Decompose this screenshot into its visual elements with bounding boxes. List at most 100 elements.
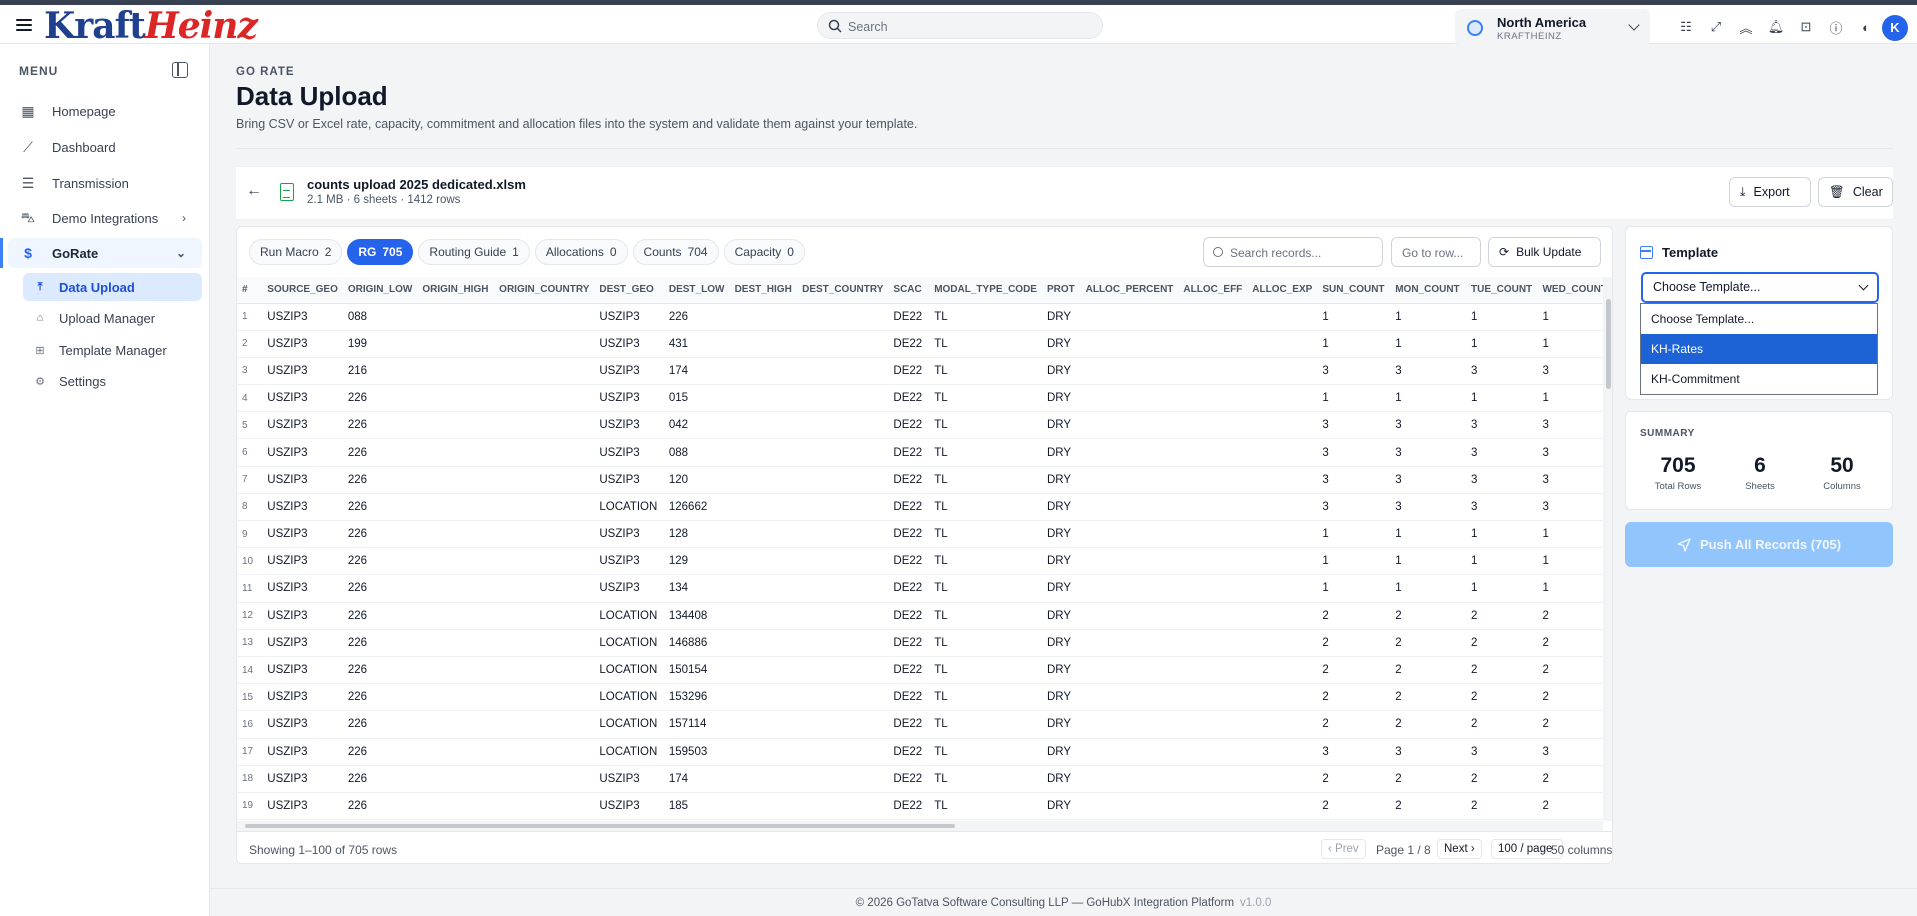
sidebar-item-demo-integrations[interactable]: ⛍ Demo Integrations › (8, 203, 202, 233)
brand-logo[interactable]: KraftHeinz (44, 4, 258, 48)
column-header[interactable]: DEST_COUNTRY (797, 277, 889, 304)
expand-icon[interactable]: ⤢ (1707, 18, 1725, 36)
table-row[interactable]: 19 USZIP3 226 USZIP3 185 DE22 TL DRY 2 2 2 2 (237, 792, 1603, 821)
column-header[interactable]: MON_COUNT (1390, 277, 1467, 304)
table-cell (1247, 466, 1318, 494)
table-cell: 153296 (663, 683, 730, 712)
goto-row-input[interactable]: Go to row... (1391, 237, 1481, 267)
sidebar-item-dashboard[interactable]: ⟋ Dashboard (8, 132, 202, 162)
column-header[interactable]: WED_COUNT (1537, 277, 1603, 304)
table-cell: 199 (342, 330, 418, 358)
sidebar-sub-settings[interactable]: ⚙ Settings (23, 367, 202, 395)
table-row[interactable]: 8 USZIP3 226 LOCATION 126662 DE22 TL DRY 3 3 3 3 (237, 493, 1603, 522)
column-header[interactable]: DEST_GEO (594, 277, 664, 304)
bulk-update-button[interactable]: ⟳ Bulk Update (1488, 237, 1601, 267)
tab-run-macro[interactable]: Run Macro 2 (249, 239, 343, 265)
sidebar-sub-data-upload[interactable]: ⤒ Data Upload (23, 273, 202, 301)
sliders-icon[interactable]: ☷ (1677, 18, 1695, 36)
sidebar-sub-upload-manager[interactable]: ⌂ Upload Manager (23, 304, 202, 332)
column-header[interactable]: ORIGIN_HIGH (417, 277, 495, 304)
export-button[interactable]: ⤓ Export (1729, 177, 1811, 207)
column-header[interactable]: SOURCE_GEO (262, 277, 343, 304)
vertical-scrollbar[interactable] (1603, 277, 1612, 821)
sidebar-item-gorate[interactable]: $ GoRate ⌄ (0, 238, 202, 268)
table-row[interactable]: 10 USZIP3 226 USZIP3 129 DE22 TL DRY 1 1 1 1 (237, 547, 1603, 576)
table-row[interactable]: 4 USZIP3 226 USZIP3 015 DE22 TL DRY 1 1 1 1 (237, 384, 1603, 413)
help-icon[interactable]: ⓘ (1827, 18, 1845, 36)
table-cell (1080, 683, 1179, 712)
tab-counts[interactable]: Counts 704 (632, 239, 719, 265)
global-search-input[interactable]: Search (817, 12, 1103, 39)
chevrons-up-icon[interactable]: ︽ (1737, 18, 1755, 36)
table-cell: TL (929, 384, 1042, 413)
template-option[interactable]: Choose Template... (1641, 304, 1877, 334)
column-header[interactable]: PROT (1041, 277, 1081, 304)
palette-icon[interactable]: ◐ (1857, 18, 1875, 36)
table-cell (1247, 710, 1318, 739)
table-cell (1247, 303, 1318, 331)
column-header[interactable]: ALLOC_PERCENT (1080, 277, 1179, 304)
template-select[interactable]: Choose Template... (1641, 272, 1879, 303)
push-all-records-button[interactable]: Push All Records (705) (1625, 522, 1893, 567)
sidebar-sub-template-manager[interactable]: ⊞ Template Manager (23, 336, 202, 364)
table-row[interactable]: 18 USZIP3 226 USZIP3 174 DE22 TL DRY 2 2 2 2 (237, 765, 1603, 793)
column-header[interactable]: DEST_HIGH (729, 277, 798, 304)
column-header[interactable]: SUN_COUNT (1317, 277, 1391, 304)
region-selector[interactable]: North America KRAFTHEINZ (1455, 9, 1650, 45)
column-header[interactable]: ALLOC_EFF (1178, 277, 1248, 304)
page-indicator: Page 1 / 8 (1376, 843, 1431, 857)
column-header[interactable]: ORIGIN_LOW (342, 277, 418, 304)
table-row[interactable]: 7 USZIP3 226 USZIP3 120 DE22 TL DRY 3 3 3 3 (237, 466, 1603, 494)
records-search-input[interactable]: Search records... (1203, 237, 1383, 267)
divider (236, 148, 1893, 149)
prev-page-button[interactable]: ‹ Prev (1321, 839, 1366, 859)
back-arrow-icon[interactable]: ← (246, 182, 262, 200)
table-row[interactable]: 13 USZIP3 226 LOCATION 146886 DE22 TL DRY 2 2 2 2 (237, 629, 1603, 657)
table-cell (1080, 330, 1179, 358)
hamburger-menu-icon[interactable] (16, 16, 32, 32)
table-cell: DE22 (888, 438, 930, 467)
table-row[interactable]: 1 USZIP3 088 USZIP3 226 DE22 TL DRY 1 1 1 1 (237, 303, 1603, 331)
column-header[interactable]: ORIGIN_COUNTRY (494, 277, 595, 304)
table-row[interactable]: 2 USZIP3 199 USZIP3 431 DE22 TL DRY 1 1 1 1 (237, 330, 1603, 358)
horizontal-scrollbar[interactable] (237, 821, 1603, 831)
table-row[interactable]: 15 USZIP3 226 LOCATION 153296 DE22 TL DRY 2 2 2 2 (237, 683, 1603, 712)
clear-button[interactable]: 🗑︎ Clear (1818, 177, 1893, 207)
sidebar-item-transmission[interactable]: ☰ Transmission (8, 168, 202, 198)
table-cell (729, 357, 798, 386)
table-row[interactable]: 5 USZIP3 226 USZIP3 042 DE22 TL DRY 3 3 3 3 (237, 411, 1603, 440)
bell-icon[interactable]: 🔔︎ (1767, 18, 1785, 36)
table-row[interactable]: 3 USZIP3 216 USZIP3 174 DE22 TL DRY 3 3 3 3 (237, 357, 1603, 386)
bot-icon[interactable]: ⊡ (1797, 18, 1815, 36)
table-cell: 1 (1390, 384, 1467, 413)
column-header[interactable]: MODAL_TYPE_CODE (929, 277, 1042, 304)
avatar[interactable]: K (1882, 15, 1908, 41)
column-header[interactable]: DEST_LOW (663, 277, 730, 304)
table-row[interactable]: 17 USZIP3 226 LOCATION 159503 DE22 TL DRY 3 3 3 3 (237, 738, 1603, 766)
menu-label: MENU (19, 64, 59, 78)
column-header[interactable]: # (237, 277, 263, 304)
tab-capacity[interactable]: Capacity 0 (723, 239, 805, 265)
table-row[interactable]: 16 USZIP3 226 LOCATION 157114 DE22 TL DRY 2 2 2 2 (237, 710, 1603, 739)
tab-rg[interactable]: RG 705 (347, 239, 414, 265)
tab-allocations[interactable]: Allocations 0 (534, 239, 628, 265)
table-row[interactable]: 12 USZIP3 226 LOCATION 134408 DE22 TL DRY 2 2 2 2 (237, 602, 1603, 630)
table-cell (1247, 738, 1318, 766)
column-header[interactable]: SCAC (888, 277, 930, 304)
column-header[interactable]: ALLOC_EXP (1247, 277, 1318, 304)
table-row[interactable]: 6 USZIP3 226 USZIP3 088 DE22 TL DRY 3 3 3 3 (237, 438, 1603, 467)
next-page-button[interactable]: Next › (1437, 839, 1482, 859)
template-option-highlighted[interactable]: KH-Rates (1641, 334, 1877, 364)
stat-total-rows: 705 Total Rows (1654, 454, 1702, 492)
table-cell: DE22 (888, 330, 930, 358)
table-cell: USZIP3 (262, 357, 343, 386)
column-header[interactable]: TUE_COUNT (1466, 277, 1538, 304)
collapse-sidebar-icon[interactable] (172, 62, 188, 78)
table-row[interactable]: 14 USZIP3 226 LOCATION 150154 DE22 TL DRY 2 2 2 2 (237, 656, 1603, 685)
tab-routing-guide[interactable]: Routing Guide 1 (418, 239, 530, 265)
template-option[interactable]: KH-Commitment (1641, 364, 1877, 394)
table-row[interactable]: 11 USZIP3 226 USZIP3 134 DE22 TL DRY 1 1 1 1 (237, 574, 1603, 603)
sidebar-item-homepage[interactable]: ▦ Homepage (8, 96, 202, 126)
table-cell (729, 738, 798, 766)
table-row[interactable]: 9 USZIP3 226 USZIP3 128 DE22 TL DRY 1 1 1 1 (237, 520, 1603, 549)
